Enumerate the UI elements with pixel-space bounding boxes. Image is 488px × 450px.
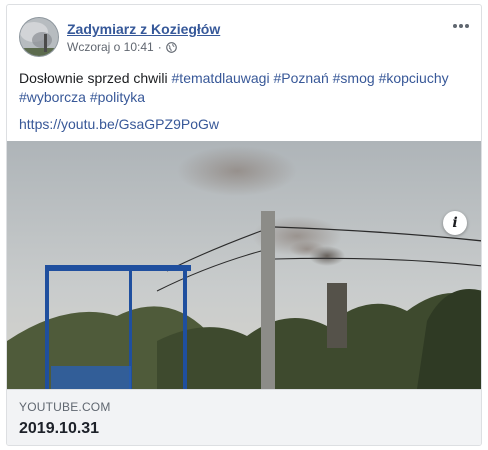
more-options-icon[interactable]	[451, 17, 471, 35]
more-dot	[459, 24, 463, 28]
author-name[interactable]: Zadymiarz z Koziegłów	[67, 21, 220, 37]
smoke-photo	[7, 141, 481, 389]
hashtag-link[interactable]: #smog	[333, 70, 375, 86]
link-preview-footer[interactable]: YOUTUBE.COM 2019.10.31	[7, 389, 481, 445]
hashtag-link[interactable]: #wyborcza	[19, 89, 86, 105]
post-meta: Wczoraj o 10:41 ·	[67, 40, 177, 54]
post-url-link[interactable]: https://youtu.be/GsaGPZ9PoGw	[7, 107, 481, 134]
post-text-prefix: Dosłownie sprzed chwili	[19, 70, 168, 86]
link-preview-image[interactable]	[7, 141, 481, 389]
author-avatar[interactable]	[19, 17, 59, 57]
link-title[interactable]: 2019.10.31	[19, 420, 471, 438]
more-dot	[465, 24, 469, 28]
post-header: Zadymiarz z Koziegłów Wczoraj o 10:41 ·	[7, 5, 481, 61]
meta-separator: ·	[157, 40, 162, 54]
hashtag-link[interactable]: #kopciuchy	[379, 70, 449, 86]
post-text: Dosłownie sprzed chwili #tematdlauwagi #…	[7, 61, 481, 107]
more-dot	[453, 24, 457, 28]
globe-icon[interactable]	[165, 41, 177, 53]
post-timestamp[interactable]: Wczoraj o 10:41	[67, 40, 154, 54]
hashtag-link[interactable]: #polityka	[90, 89, 145, 105]
hashtag-link[interactable]: #Poznań	[273, 70, 328, 86]
facebook-post-card: Zadymiarz z Koziegłów Wczoraj o 10:41 · …	[6, 4, 482, 446]
hashtag-link[interactable]: #tematdlauwagi	[172, 70, 270, 86]
link-domain: YOUTUBE.COM	[19, 400, 111, 414]
info-icon[interactable]: i	[443, 211, 467, 235]
avatar-image	[20, 18, 58, 56]
